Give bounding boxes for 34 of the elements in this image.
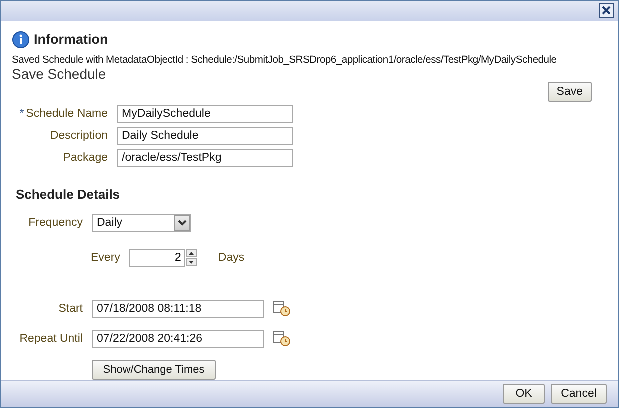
show-times-button[interactable]: Show/Change Times — [92, 360, 216, 380]
dialog-button[interactable]: Cancel — [551, 384, 607, 404]
dialog-button[interactable]: OK — [503, 384, 545, 404]
field-label: Description — [49, 130, 108, 142]
calendar-clock-icon[interactable] — [273, 330, 291, 348]
close-button[interactable] — [599, 3, 614, 18]
field-label: Repeat Until — [18, 332, 83, 345]
text-field[interactable]: MyDailySchedule — [117, 104, 293, 123]
chevron-down-icon — [178, 220, 186, 226]
section-title: Save Schedule — [12, 66, 108, 82]
chevron-up-icon — [189, 252, 194, 255]
increment-button[interactable] — [186, 249, 198, 258]
info-message: Saved Schedule with MetadataObjectId : Schedule:/SubmitJob_SRSDrop6_application1/oracle/ess/TestPkg/MyDailySchedule — [12, 54, 558, 66]
chevron-down-icon — [189, 260, 194, 264]
unit-label: Days — [218, 252, 245, 264]
calendar-clock-icon[interactable] — [273, 300, 291, 318]
close-icon — [602, 6, 611, 16]
text-field[interactable]: Daily Schedule — [117, 126, 293, 145]
field-label: Package — [62, 152, 108, 164]
field-label: * Schedule Name — [18, 108, 108, 120]
decrement-button[interactable] — [186, 258, 198, 266]
date-field[interactable]: 07/18/2008 08:11:18 — [92, 300, 264, 318]
frequency-dropdown[interactable]: Daily — [92, 214, 191, 232]
section-title: Schedule Details — [16, 186, 122, 202]
number-field[interactable]: 2 — [129, 248, 186, 267]
field-label: Every — [91, 252, 120, 264]
required-mark: * — [20, 108, 24, 120]
info-title: Information — [34, 32, 108, 48]
save-button[interactable]: Save — [548, 82, 592, 102]
date-field[interactable]: 07/22/2008 20:41:26 — [92, 330, 264, 348]
field-label: Frequency — [28, 216, 83, 229]
field-label: Start — [58, 302, 83, 315]
text-field[interactable]: /oracle/ess/TestPkg — [117, 148, 293, 167]
info-icon — [12, 30, 30, 49]
